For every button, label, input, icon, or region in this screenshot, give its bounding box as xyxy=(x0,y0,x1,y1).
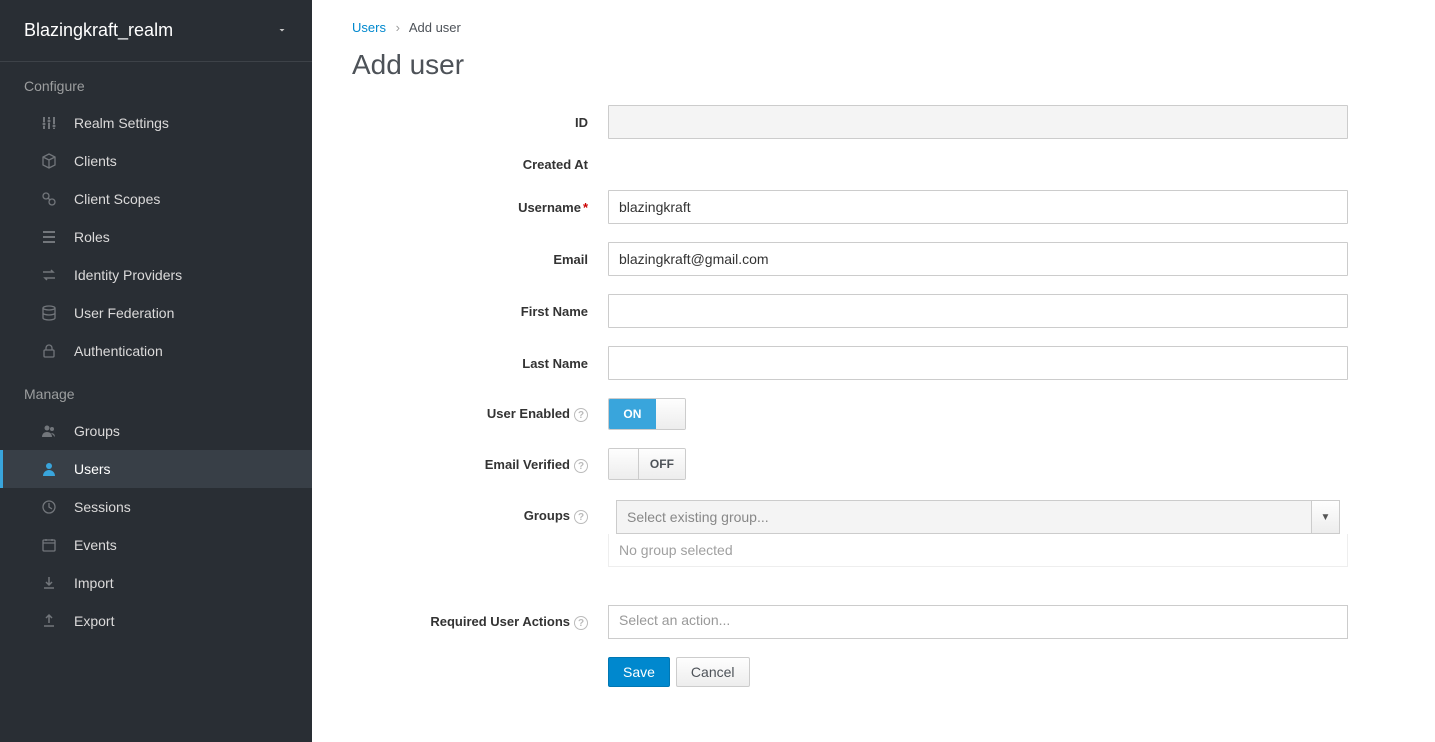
sidebar-item-events[interactable]: Events xyxy=(0,526,312,564)
groups-select[interactable]: Select existing group... ▼ xyxy=(616,500,1340,534)
first-name-label: First Name xyxy=(352,304,608,319)
user-enabled-toggle[interactable]: ON xyxy=(608,398,686,430)
clock-icon xyxy=(40,498,58,516)
help-icon[interactable]: ? xyxy=(574,510,588,524)
manage-header: Manage xyxy=(0,370,312,412)
sidebar-item-label: Users xyxy=(74,461,111,477)
sidebar-item-sessions[interactable]: Sessions xyxy=(0,488,312,526)
email-field[interactable] xyxy=(608,242,1348,276)
user-icon xyxy=(40,460,58,478)
sidebar-item-label: Authentication xyxy=(74,343,163,359)
sidebar-item-label: Clients xyxy=(74,153,117,169)
sidebar-item-authentication[interactable]: Authentication xyxy=(0,332,312,370)
sidebar-item-label: User Federation xyxy=(74,305,174,321)
user-enabled-label: User Enabled? xyxy=(352,406,608,422)
chevron-down-icon xyxy=(276,23,288,39)
created-at-label: Created At xyxy=(352,157,608,172)
realm-selector[interactable]: Blazingkraft_realm xyxy=(0,0,312,62)
help-icon[interactable]: ? xyxy=(574,459,588,473)
id-label: ID xyxy=(352,115,608,130)
id-field xyxy=(608,105,1348,139)
last-name-label: Last Name xyxy=(352,356,608,371)
sidebar-item-import[interactable]: Import xyxy=(0,564,312,602)
main-content: Users › Add user Add user ID Created At … xyxy=(312,0,1435,742)
username-label: Username* xyxy=(352,200,608,215)
sidebar-item-export[interactable]: Export xyxy=(0,602,312,640)
sidebar-item-label: Realm Settings xyxy=(74,115,169,131)
sidebar-item-label: Import xyxy=(74,575,114,591)
sliders-icon xyxy=(40,114,58,132)
breadcrumb: Users › Add user xyxy=(352,20,1395,35)
breadcrumb-parent[interactable]: Users xyxy=(352,20,386,35)
groups-label: Groups? xyxy=(352,500,608,524)
lock-icon xyxy=(40,342,58,360)
sidebar-item-identity-providers[interactable]: Identity Providers xyxy=(0,256,312,294)
groups-empty-text: No group selected xyxy=(608,534,1348,567)
scopes-icon xyxy=(40,190,58,208)
breadcrumb-current: Add user xyxy=(409,20,461,35)
username-field[interactable] xyxy=(608,190,1348,224)
export-icon xyxy=(40,612,58,630)
sidebar-item-user-federation[interactable]: User Federation xyxy=(0,294,312,332)
sidebar-item-users[interactable]: Users xyxy=(0,450,312,488)
sidebar-item-label: Sessions xyxy=(74,499,131,515)
configure-header: Configure xyxy=(0,62,312,104)
sidebar-item-realm-settings[interactable]: Realm Settings xyxy=(0,104,312,142)
sidebar-item-groups[interactable]: Groups xyxy=(0,412,312,450)
sidebar-item-label: Roles xyxy=(74,229,110,245)
sidebar-item-clients[interactable]: Clients xyxy=(0,142,312,180)
users-icon xyxy=(40,422,58,440)
sidebar: Blazingkraft_realm Configure Realm Setti… xyxy=(0,0,312,742)
sidebar-item-client-scopes[interactable]: Client Scopes xyxy=(0,180,312,218)
required-actions-select[interactable]: Select an action... xyxy=(608,605,1348,639)
email-verified-toggle[interactable]: OFF xyxy=(608,448,686,480)
required-actions-label: Required User Actions? xyxy=(352,614,608,630)
cube-icon xyxy=(40,152,58,170)
sidebar-item-label: Export xyxy=(74,613,114,629)
sidebar-item-roles[interactable]: Roles xyxy=(0,218,312,256)
list-icon xyxy=(40,228,58,246)
sidebar-item-label: Events xyxy=(74,537,117,553)
page-title: Add user xyxy=(352,49,1395,81)
email-label: Email xyxy=(352,252,608,267)
exchange-icon xyxy=(40,266,58,284)
first-name-field[interactable] xyxy=(608,294,1348,328)
sidebar-item-label: Client Scopes xyxy=(74,191,160,207)
import-icon xyxy=(40,574,58,592)
caret-down-icon: ▼ xyxy=(1311,501,1339,533)
calendar-icon xyxy=(40,536,58,554)
database-icon xyxy=(40,304,58,322)
cancel-button[interactable]: Cancel xyxy=(676,657,750,687)
help-icon[interactable]: ? xyxy=(574,616,588,630)
sidebar-item-label: Identity Providers xyxy=(74,267,182,283)
chevron-right-icon: › xyxy=(396,20,400,35)
realm-name: Blazingkraft_realm xyxy=(24,20,173,41)
save-button[interactable]: Save xyxy=(608,657,670,687)
email-verified-label: Email Verified? xyxy=(352,457,608,473)
help-icon[interactable]: ? xyxy=(574,408,588,422)
last-name-field[interactable] xyxy=(608,346,1348,380)
sidebar-item-label: Groups xyxy=(74,423,120,439)
